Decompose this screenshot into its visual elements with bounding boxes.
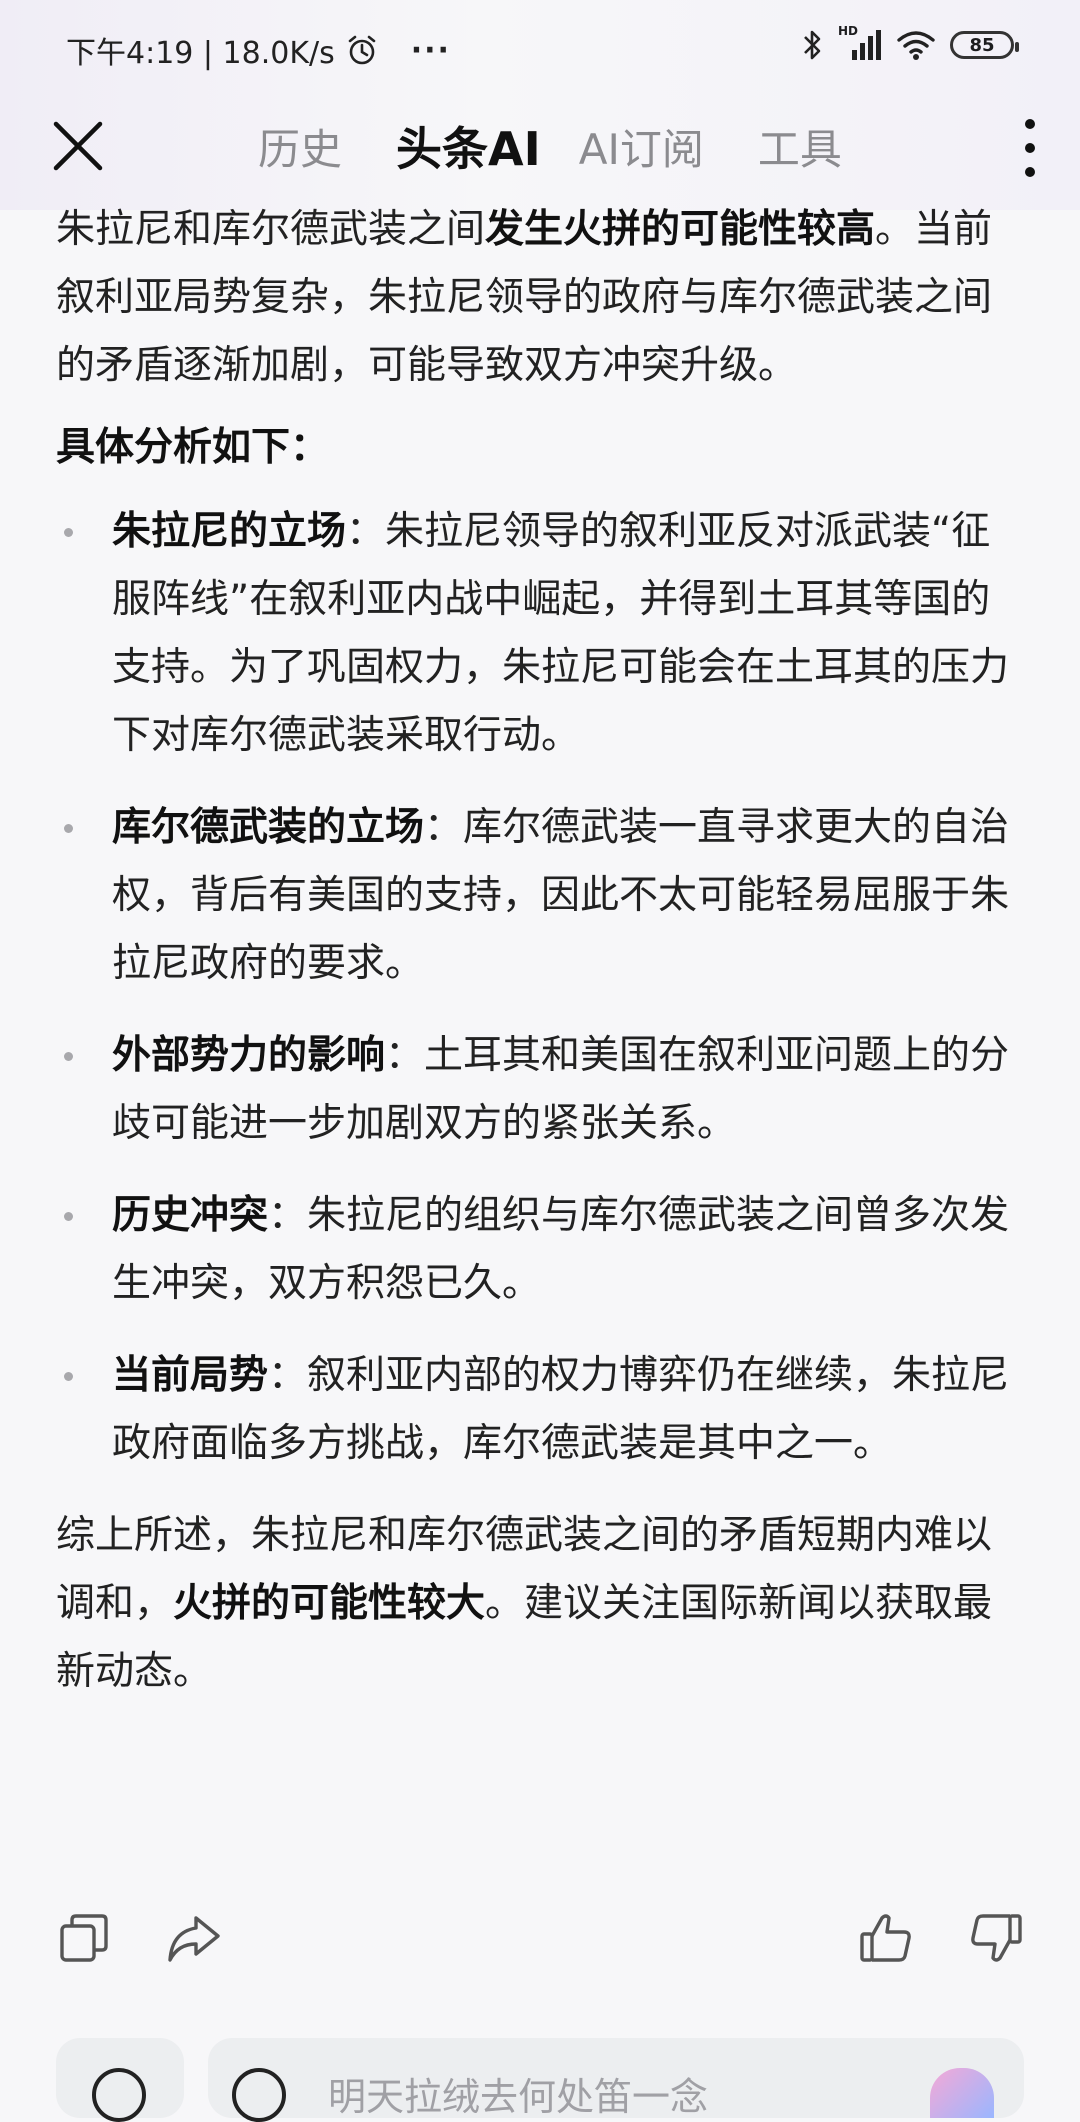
chat-input-bar: 明天拉绒去何处笛一念 xyxy=(56,2038,1024,2122)
intro-text: 朱拉尼和库尔德武装之间 xyxy=(56,207,486,252)
status-time-speed: 下午4:19 | 18.0K/s xyxy=(66,36,335,71)
list-item: 朱拉尼的立场：朱拉尼领导的叙利亚反对派武装“征服阵线”在叙利亚内战中崛起，并得到… xyxy=(56,498,1026,770)
copy-icon[interactable] xyxy=(56,1910,112,1966)
point-title: 库尔德武装的立场 xyxy=(112,805,425,850)
add-icon xyxy=(232,2068,286,2122)
more-vertical-icon[interactable] xyxy=(1018,116,1042,180)
close-icon[interactable] xyxy=(50,118,106,174)
thumbs-up-icon[interactable] xyxy=(858,1910,914,1966)
share-icon[interactable] xyxy=(166,1910,222,1966)
list-item: 当前局势：叙利亚内部的权力博弈仍在继续，朱拉尼政府面临多方挑战，库尔德武装是其中… xyxy=(56,1342,1026,1478)
top-nav: 历史 头条AI AI订阅 工具 xyxy=(0,96,1080,196)
status-bar: 下午4:19 | 18.0K/s ··· HD 85 xyxy=(0,0,1080,96)
status-left: 下午4:19 | 18.0K/s ··· xyxy=(66,28,451,72)
thumbs-down-icon[interactable] xyxy=(968,1910,1024,1966)
ai-answer: 朱拉尼和库尔德武装之间发生火拼的可能性较高。当前叙利亚局势复杂，朱拉尼领导的政府… xyxy=(56,196,1026,1706)
list-item: 历史冲突：朱拉尼的组织与库尔德武装之间曾多次发生冲突，双方积怨已久。 xyxy=(56,1182,1026,1318)
answer-actions xyxy=(0,1900,1080,1980)
bluetooth-icon xyxy=(804,30,821,60)
status-right: HD 85 xyxy=(800,24,1019,62)
chat-input-field[interactable]: 明天拉绒去何处笛一念 xyxy=(208,2038,1024,2122)
tab-toutiao-ai[interactable]: 头条AI xyxy=(396,113,541,179)
intro-bold: 发生火拼的可能性较高 xyxy=(485,207,876,252)
point-title: 历史冲突 xyxy=(112,1193,269,1238)
voice-icon xyxy=(92,2068,146,2122)
analysis-heading: 具体分析如下： xyxy=(56,425,330,470)
tab-ai-subscription[interactable]: AI订阅 xyxy=(579,116,704,177)
ai-assistant-icon[interactable] xyxy=(930,2068,994,2118)
answer-intro: 朱拉尼和库尔德武装之间发生火拼的可能性较高。当前叙利亚局势复杂，朱拉尼领导的政府… xyxy=(56,196,1026,400)
point-title: 外部势力的影响 xyxy=(112,1033,386,1078)
tab-history[interactable]: 历史 xyxy=(258,116,342,177)
list-item: 外部势力的影响：土耳其和美国在叙利亚问题上的分歧可能进一步加剧双方的紧张关系。 xyxy=(56,1022,1026,1158)
tab-bar: 历史 头条AI AI订阅 工具 xyxy=(258,116,896,176)
list-item: 库尔德武装的立场：库尔德武装一直寻求更大的自治权，背后有美国的支持，因此不太可能… xyxy=(56,794,1026,998)
chat-input-placeholder: 明天拉绒去何处笛一念 xyxy=(328,2075,709,2119)
point-title: 当前局势 xyxy=(112,1353,269,1398)
battery-level: 85 xyxy=(969,34,995,56)
wifi-icon xyxy=(897,31,935,60)
status-more-dots: ··· xyxy=(410,32,451,68)
conclusion-bold: 火拼的可能性较大 xyxy=(173,1581,486,1626)
signal-icon: HD xyxy=(838,24,882,62)
battery-indicator: 85 xyxy=(950,31,1019,59)
alarm-icon xyxy=(348,35,376,65)
point-title: 朱拉尼的立场 xyxy=(112,509,347,554)
analysis-list: 朱拉尼的立场：朱拉尼领导的叙利亚反对派武装“征服阵线”在叙利亚内战中崛起，并得到… xyxy=(56,498,1026,1478)
voice-toggle-button[interactable] xyxy=(56,2038,184,2122)
answer-conclusion: 综上所述，朱拉尼和库尔德武装之间的矛盾短期内难以调和，火拼的可能性较大。建议关注… xyxy=(56,1502,1026,1706)
tab-tools[interactable]: 工具 xyxy=(758,116,842,177)
